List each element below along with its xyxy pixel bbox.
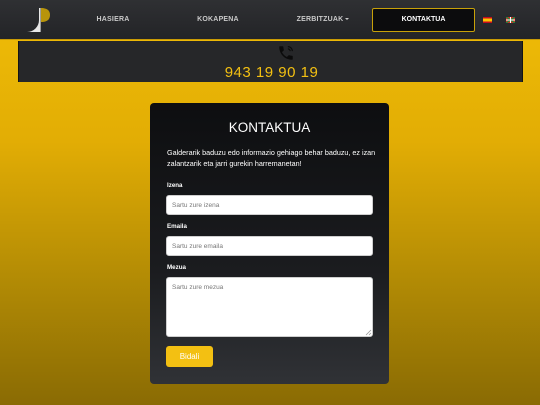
phone-banner: 943 19 90 19 [18, 41, 523, 82]
nav-zerbitzuak-label: ZERBITZUAK [296, 16, 344, 23]
caret-down-icon [345, 18, 350, 21]
navbar: HASIERA KOKAPENA ZERBITZUAK KONTAKTUA [0, 0, 540, 40]
logo[interactable] [26, 5, 56, 35]
message-label: Mezua [167, 264, 186, 271]
nav-zerbitzuak-dropdown[interactable]: ZERBITZUAK [288, 0, 358, 40]
nav-hasiera[interactable]: HASIERA [88, 0, 138, 40]
nav-kokapena[interactable]: KOKAPENA [190, 0, 246, 40]
nav-kontaktua-active[interactable]: KONTAKTUA [372, 8, 475, 32]
email-input[interactable] [166, 236, 373, 256]
message-textarea[interactable] [166, 277, 373, 337]
contact-form-card: KONTAKTUA Galderarik baduzu edo informaz… [150, 103, 389, 384]
spain-flag-icon[interactable] [483, 17, 492, 23]
phone-icon [279, 46, 293, 60]
basque-flag-icon[interactable] [506, 17, 515, 23]
name-label: Izena [167, 182, 183, 189]
email-label: Emaila [167, 223, 187, 230]
contact-title: KONTAKTUA [228, 120, 311, 135]
phone-number[interactable]: 943 19 90 19 [19, 64, 524, 81]
name-input[interactable] [166, 195, 373, 215]
resize-grip-icon[interactable] [365, 329, 372, 336]
submit-button[interactable]: Bidali [166, 346, 213, 367]
contact-description: Galderarik baduzu edo informazio gehiago… [167, 148, 376, 168]
